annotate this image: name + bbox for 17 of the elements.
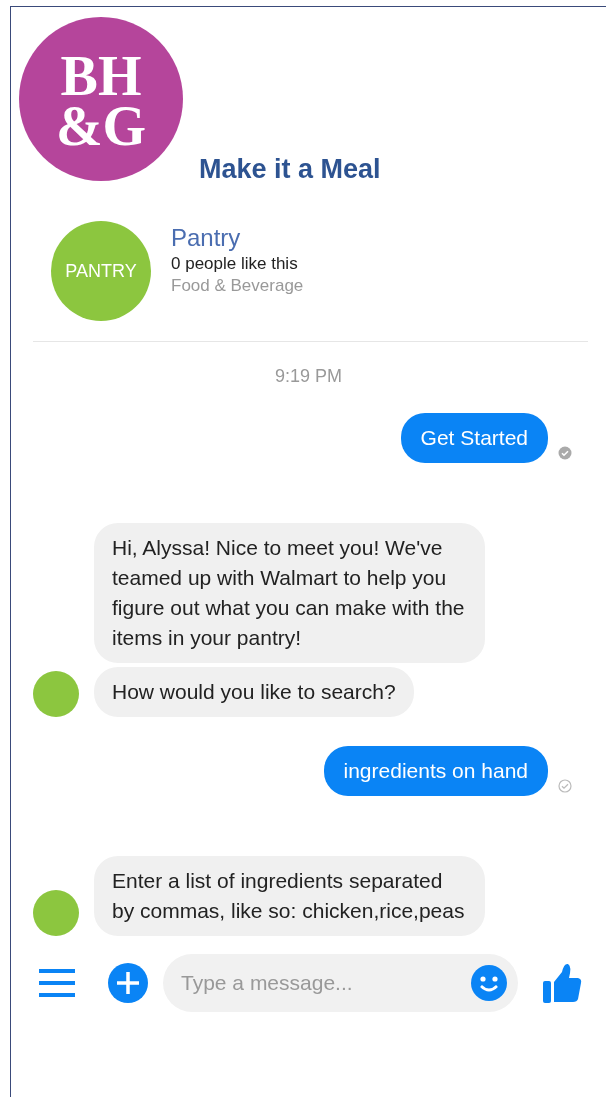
sent-message: ingredients on hand [323,746,548,796]
received-message: Hi, Alyssa! Nice to meet you! We've teamed up with Walmart to help you figure out what you can make with the items in your pantry! [94,523,485,663]
page-title: Make it a Meal [199,154,381,185]
message-field[interactable]: Type a message... [163,954,518,1012]
menu-icon[interactable] [37,968,77,998]
timestamp: 9:19 PM [273,366,343,387]
page-category: Food & Beverage [171,276,304,296]
logo: BH &G [19,17,183,181]
smiley-icon[interactable] [470,964,508,1002]
received-message: How would you like to search? [94,667,414,717]
likes-count: 0 people like this [171,254,299,274]
thumbs-up-icon[interactable] [542,962,582,1004]
sent-message: Get Started [400,413,548,463]
plus-icon[interactable] [107,962,149,1004]
page-avatar: PANTRY [51,221,151,321]
received-message: Enter a list of ingredients separated by commas, like so: chicken,rice,peas [94,856,485,936]
page-name[interactable]: Pantry [171,224,304,252]
